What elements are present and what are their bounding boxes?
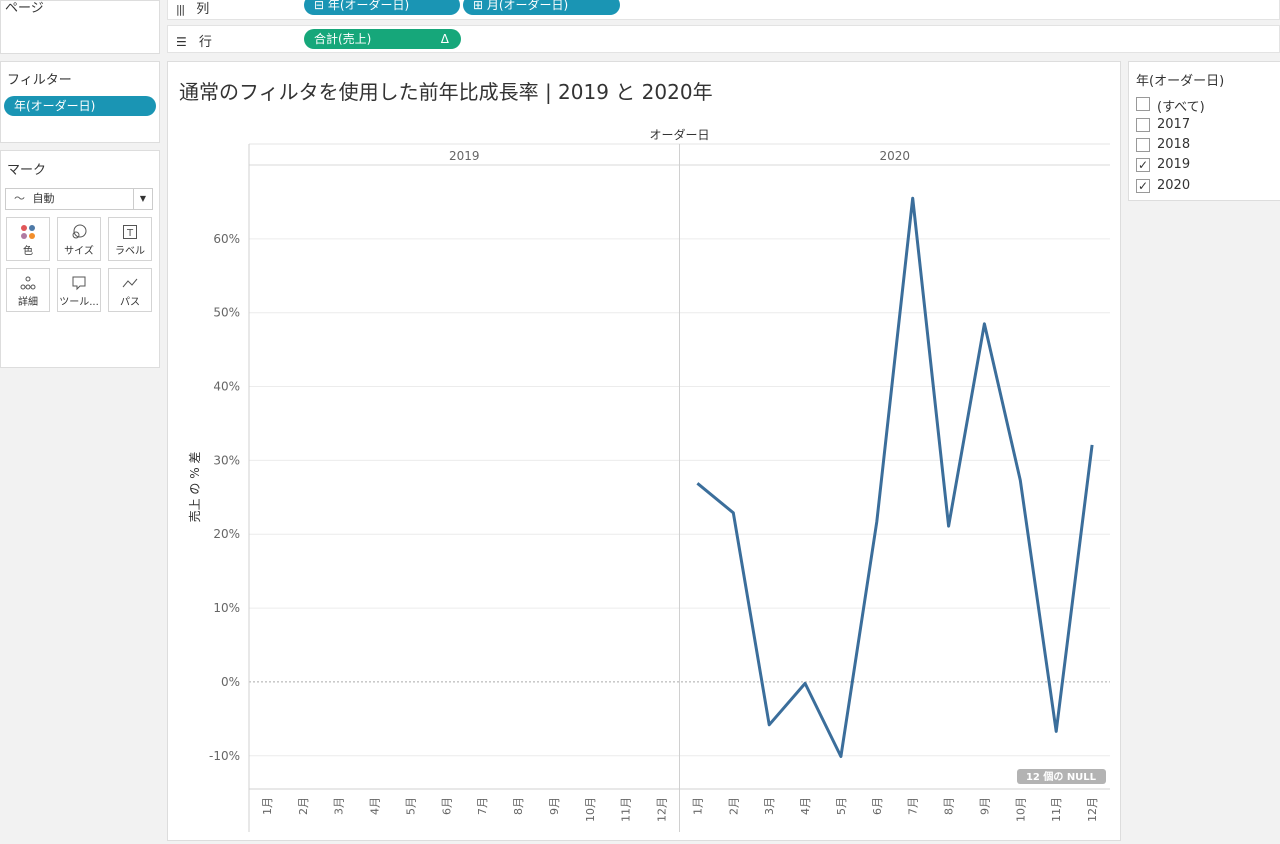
x-tick-label: 7月 xyxy=(476,797,489,815)
path-icon xyxy=(109,275,151,291)
column-header-title: オーダー日 xyxy=(649,127,709,142)
filters-title: フィルター xyxy=(7,73,72,88)
color-button[interactable]: 色 xyxy=(6,217,50,261)
marks-card: マーク 〜 自動 ▼ 色 サイズ T ラベル 詳細 ツール... パス xyxy=(0,150,160,368)
columns-icon: ||| xyxy=(176,3,185,16)
line-mark-icon: 〜 xyxy=(14,192,25,205)
checkbox-checked[interactable]: ✓ xyxy=(1136,179,1150,193)
rows-shelf[interactable]: ☰ 行 合計(売上) Δ xyxy=(167,25,1280,53)
x-tick-label: 5月 xyxy=(835,797,848,815)
series-line-2020 xyxy=(696,196,1094,758)
x-tick-label: 12月 xyxy=(656,797,669,822)
dropdown-arrow-icon[interactable]: ▼ xyxy=(133,189,152,209)
x-tick-label: 2月 xyxy=(297,797,310,815)
pages-shelf[interactable]: ページ xyxy=(0,0,160,54)
x-tick-label: 2月 xyxy=(727,797,740,815)
x-tick-label: 9月 xyxy=(978,797,991,815)
color-dots-icon xyxy=(7,224,49,240)
size-button[interactable]: サイズ xyxy=(57,217,101,261)
checkbox[interactable] xyxy=(1136,97,1150,111)
x-tick-label: 4月 xyxy=(369,797,382,815)
pane-header-2019: 2019 xyxy=(449,149,480,163)
detail-button[interactable]: 詳細 xyxy=(6,268,50,312)
filter-pill-year[interactable]: 年(オーダー日) xyxy=(4,96,156,116)
y-axis-title: 売上 の % 差 xyxy=(187,452,202,523)
column-pill-year[interactable]: ⊟ 年(オーダー日) xyxy=(304,0,460,15)
filters-card: フィルター 年(オーダー日) xyxy=(0,61,160,143)
table-calc-delta-icon: Δ xyxy=(440,32,449,46)
columns-shelf[interactable]: ||| 列 ⊟ 年(オーダー日) ⊞ 月(オーダー日) xyxy=(167,0,1280,20)
worksheet-panel: 通常のフィルタを使用した前年比成長率 | 2019 と 2020年 オーダー日 2… xyxy=(167,61,1121,841)
label-icon: T xyxy=(109,224,151,240)
x-tick-label: 12月 xyxy=(1086,797,1099,822)
x-tick-label: 3月 xyxy=(333,797,346,815)
x-tick-label: 11月 xyxy=(620,797,633,822)
tooltip-button[interactable]: ツール... xyxy=(57,268,101,312)
y-tick-label: 10% xyxy=(213,601,240,615)
label-button[interactable]: T ラベル xyxy=(108,217,152,261)
expand-icon: ⊞ xyxy=(473,0,487,12)
checkbox[interactable] xyxy=(1136,138,1150,152)
x-tick-label: 10月 xyxy=(584,797,597,822)
quick-filter-option-label: 2017 xyxy=(1157,117,1191,132)
y-tick-label: 40% xyxy=(213,380,240,394)
x-tick-label: 6月 xyxy=(440,797,453,815)
pane-header-2020: 2020 xyxy=(879,149,910,163)
x-tick-label: 7月 xyxy=(907,797,920,815)
size-icon xyxy=(58,224,100,240)
mark-type-dropdown[interactable]: 〜 自動 ▼ xyxy=(5,188,153,210)
x-tick-label: 8月 xyxy=(943,797,956,815)
quick-filter-option-label: 2020 xyxy=(1157,178,1191,193)
quick-filter-title: 年(オーダー日) xyxy=(1136,74,1225,89)
rows-shelf-label: ☰ 行 xyxy=(176,35,212,50)
y-tick-label: 20% xyxy=(213,527,240,541)
row-pill-sales[interactable]: 合計(売上) Δ xyxy=(304,29,461,49)
rows-icon: ☰ xyxy=(176,35,187,49)
checkbox[interactable] xyxy=(1136,118,1150,132)
columns-shelf-label: ||| 列 xyxy=(176,2,210,17)
x-tick-label: 9月 xyxy=(548,797,561,815)
y-tick-label: 30% xyxy=(213,453,240,467)
x-tick-label: 6月 xyxy=(871,797,884,815)
quick-filter-option-label: 2018 xyxy=(1157,137,1191,152)
null-indicator[interactable]: 12 個の NULL xyxy=(1017,769,1106,784)
path-button[interactable]: パス xyxy=(108,268,152,312)
y-tick-label: -10% xyxy=(209,749,240,763)
x-tick-label: 4月 xyxy=(799,797,812,815)
y-tick-label: 0% xyxy=(221,675,240,689)
detail-icon xyxy=(7,275,49,291)
checkbox-checked[interactable]: ✓ xyxy=(1136,158,1150,172)
line-chart: オーダー日 2019 2020 60% 50% 40% 30% 20% 10% 0% -10% 売上 … xyxy=(187,127,1110,832)
quick-filter-year: 年(オーダー日) xyxy=(1128,61,1280,201)
x-tick-label: 1月 xyxy=(261,797,274,815)
svg-text:T: T xyxy=(126,228,134,239)
pages-shelf-label: ページ xyxy=(5,1,44,16)
marks-title: マーク xyxy=(7,163,47,178)
x-tick-label: 10月 xyxy=(1014,797,1027,822)
collapse-icon: ⊟ xyxy=(314,0,328,12)
y-tick-label: 60% xyxy=(213,232,240,246)
column-pill-month[interactable]: ⊞ 月(オーダー日) xyxy=(463,0,620,15)
x-tick-label: 3月 xyxy=(763,797,776,815)
null-indicator-label: 12 個の NULL xyxy=(1026,770,1097,783)
y-tick-label: 50% xyxy=(213,306,240,320)
quick-filter-option-label: 2019 xyxy=(1157,157,1191,172)
x-tick-label: 8月 xyxy=(512,797,525,815)
x-tick-label: 5月 xyxy=(404,797,417,815)
quick-filter-option-label: (すべて) xyxy=(1157,100,1205,115)
x-tick-label: 11月 xyxy=(1050,797,1063,822)
tooltip-icon xyxy=(58,275,100,291)
x-tick-label: 1月 xyxy=(691,797,704,815)
